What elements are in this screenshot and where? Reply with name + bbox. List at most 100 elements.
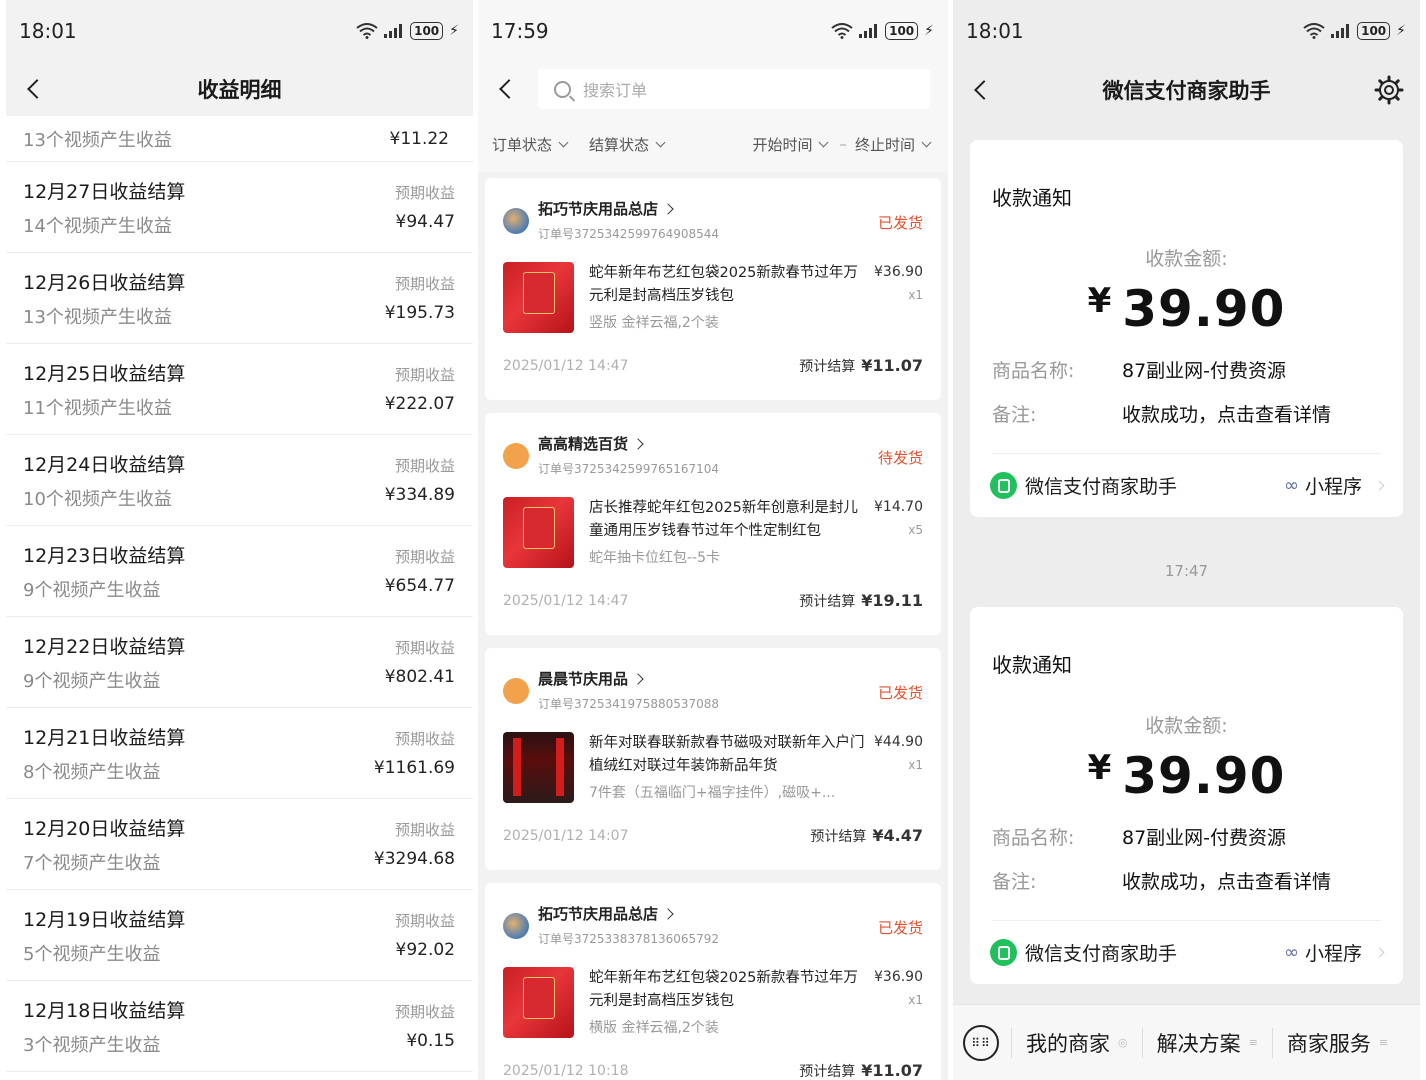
settlement-amount: ¥11.07 xyxy=(861,356,923,375)
back-button[interactable] xyxy=(492,73,520,105)
app-name: 微信支付商家助手 xyxy=(1025,943,1178,965)
battery-icon: 100 xyxy=(885,22,919,40)
keyboard-icon[interactable]: ⠿⠿ xyxy=(963,1024,999,1061)
search-bar: 搜索订单 xyxy=(478,62,948,116)
bottom-menu: ⠿⠿ 我的商家 ◎ 解决方案 ≡ 商家服务 ≡ xyxy=(953,1004,1420,1080)
product-image[interactable] xyxy=(503,262,574,333)
order-number: 订单号3725342599765167104 xyxy=(538,462,720,476)
expected-income-label: 预期收益 xyxy=(394,184,455,202)
income-row-value: 预期收益 ¥334.89 xyxy=(385,455,455,505)
menu-solutions[interactable]: 解决方案 ≡ xyxy=(1141,1027,1272,1058)
income-row-text: 12月24日收益结算 10个视频产生收益 xyxy=(23,450,185,511)
gear-icon[interactable] xyxy=(1374,75,1404,105)
income-row[interactable]: 12月22日收益结算 9个视频产生收益 预期收益 ¥802.41 xyxy=(6,617,473,708)
status-icons: 100 ⚡ xyxy=(356,22,459,40)
income-row[interactable]: 12月23日收益结算 9个视频产生收益 预期收益 ¥654.77 xyxy=(6,526,473,617)
shop-link[interactable]: 拓巧节庆用品总店 xyxy=(538,903,719,924)
expected-income-label: 预期收益 xyxy=(394,912,455,930)
income-row[interactable]: 12月21日收益结算 8个视频产生收益 预期收益 ¥1161.69 xyxy=(6,708,473,799)
menu-list-icon: ≡ xyxy=(1248,1036,1258,1049)
income-row[interactable]: 12月27日收益结算 14个视频产生收益 预期收益 ¥94.47 xyxy=(6,162,473,253)
video-count: 13个视频产生收益 xyxy=(23,129,172,151)
order-status: 已发货 xyxy=(877,214,923,232)
order-card[interactable]: 高高精选百货 订单号3725342599765167104 待发货 店长推荐蛇年红包2… xyxy=(485,413,941,635)
search-input[interactable]: 搜索订单 xyxy=(538,69,930,109)
income-amount: ¥1161.69 xyxy=(373,758,455,778)
divider xyxy=(992,453,1381,454)
order-time: 2025/01/12 14:07 xyxy=(503,828,629,844)
product-image[interactable] xyxy=(503,497,574,568)
payment-notice-card[interactable]: 收款通知 收款金额: ¥39.90 商品名称: 87副业网-付费资源 备注: 收款成功，点击… xyxy=(970,140,1403,517)
notice-footer[interactable]: 微信支付商家助手 ∞ 小程序 xyxy=(990,939,1385,966)
income-amount: ¥802.41 xyxy=(384,667,455,687)
menu-label: 解决方案 xyxy=(1156,1031,1241,1056)
filter-start-time[interactable]: 开始时间 xyxy=(752,134,831,155)
income-row[interactable]: 12月24日收益结算 10个视频产生收益 预期收益 ¥334.89 xyxy=(6,435,473,526)
income-row-value: 预期收益 ¥802.41 xyxy=(385,637,455,687)
income-row[interactable]: 12月26日收益结算 13个视频产生收益 预期收益 ¥195.73 xyxy=(6,253,473,344)
income-row[interactable]: 12月18日收益结算 3个视频产生收益 预期收益 ¥0.15 xyxy=(6,981,473,1072)
income-row-text: 12月22日收益结算 9个视频产生收益 xyxy=(23,632,185,693)
status-time: 18:01 xyxy=(19,19,77,43)
range-dash: – xyxy=(839,135,847,153)
income-row-text: 12月25日收益结算 11个视频产生收益 xyxy=(23,359,185,420)
mini-program-label: 小程序 xyxy=(1304,476,1362,498)
note-value: 收款成功，点击查看详情 xyxy=(1122,404,1332,426)
menu-list-icon: ≡ xyxy=(1378,1036,1389,1049)
amount-label: 收款金额: xyxy=(1145,248,1228,270)
nav-bar: 收益明细 xyxy=(6,62,473,116)
product-image[interactable] xyxy=(503,967,574,1038)
order-status: 待发货 xyxy=(877,449,923,467)
settlement-estimate: 预计结算 ¥11.07 xyxy=(799,1061,923,1080)
order-status: 已发货 xyxy=(877,919,923,937)
back-icon xyxy=(27,79,47,99)
signal-icon xyxy=(859,24,878,38)
income-row[interactable]: 12月19日收益结算 5个视频产生收益 预期收益 ¥92.02 xyxy=(6,890,473,981)
video-count: 9个视频产生收益 xyxy=(23,579,161,601)
shop-logo xyxy=(503,913,529,939)
back-button[interactable] xyxy=(967,74,995,106)
menu-merchant-service[interactable]: 商家服务 ≡ xyxy=(1271,1027,1402,1058)
status-bar: 18:01 100 ⚡ xyxy=(953,0,1420,62)
income-row-value: 预期收益 ¥1161.69 xyxy=(374,728,455,778)
settlement-title: 12月25日收益结算 xyxy=(23,362,186,385)
notice-footer[interactable]: 微信支付商家助手 ∞ 小程序 xyxy=(990,472,1385,499)
settlement-title: 12月23日收益结算 xyxy=(23,544,186,567)
note-row: 备注: 收款成功，点击查看详情 xyxy=(992,867,1331,894)
shop-link[interactable]: 高高精选百货 xyxy=(538,433,719,454)
shop-link[interactable]: 晨晨节庆用品 xyxy=(538,668,719,689)
order-time: 2025/01/12 14:47 xyxy=(503,593,629,609)
currency-symbol: ¥ xyxy=(1087,748,1113,788)
payment-notice-card[interactable]: 收款通知 收款金额: ¥39.90 商品名称: 87副业网-付费资源 备注: 收款成功，点击… xyxy=(970,607,1403,984)
income-row[interactable]: 12月25日收益结算 11个视频产生收益 预期收益 ¥222.07 xyxy=(6,344,473,435)
order-card[interactable]: 拓巧节庆用品总店 订单号3725342599764908544 已发货 蛇年新年布艺红… xyxy=(485,178,941,400)
settlement-title: 12月18日收益结算 xyxy=(23,999,186,1022)
menu-my-merchant[interactable]: 我的商家 ◎ xyxy=(1011,1027,1142,1058)
filter-end-time[interactable]: 终止时间 xyxy=(855,134,934,155)
income-amount: ¥92.02 xyxy=(395,940,455,960)
search-placeholder: 搜索订单 xyxy=(583,81,648,100)
settlement-label: 预计结算 xyxy=(799,1064,856,1080)
filter-order-status[interactable]: 订单状态 xyxy=(492,134,571,155)
video-count: 8个视频产生收益 xyxy=(23,761,161,783)
shop-link[interactable]: 拓巧节庆用品总店 xyxy=(538,198,719,219)
order-card[interactable]: 晨晨节庆用品 订单号3725341975880537088 已发货 新年对联春联新款春… xyxy=(485,648,941,870)
income-row-partial[interactable]: 13个视频产生收益 ¥11.22 xyxy=(6,116,473,162)
income-row[interactable]: 12月20日收益结算 7个视频产生收益 预期收益 ¥3294.68 xyxy=(6,799,473,890)
product-image[interactable] xyxy=(503,732,574,803)
page-title: 微信支付商家助手 xyxy=(1102,79,1271,103)
video-count: 9个视频产生收益 xyxy=(23,670,161,692)
shop-info: 拓巧节庆用品总店 订单号3725338378136065792 xyxy=(538,903,719,947)
video-count: 13个视频产生收益 xyxy=(23,306,172,328)
status-bar: 18:01 100 ⚡ xyxy=(6,0,473,62)
expected-income-label: 预期收益 xyxy=(394,548,455,566)
video-count: 10个视频产生收益 xyxy=(23,488,172,510)
filter-settle-status[interactable]: 结算状态 xyxy=(589,134,668,155)
mini-program-icon: ∞ xyxy=(1283,942,1299,963)
product-spec: 横版 金祥云福,2个装 xyxy=(589,1020,719,1036)
video-count: 7个视频产生收益 xyxy=(23,852,161,874)
order-card[interactable]: 拓巧节庆用品总店 订单号3725338378136065792 已发货 蛇年新年布艺红… xyxy=(485,883,941,1080)
income-row-text: 12月19日收益结算 5个视频产生收益 xyxy=(23,905,185,966)
chevron-right-icon xyxy=(662,907,674,920)
back-button[interactable] xyxy=(20,73,48,105)
